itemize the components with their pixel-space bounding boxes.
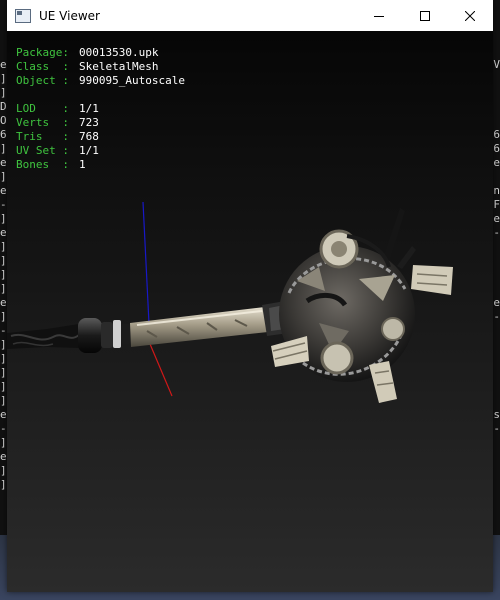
- close-icon: [465, 10, 475, 21]
- minimize-button[interactable]: [356, 0, 402, 31]
- ue-viewer-window: UE Viewer Package: 00013530.upk Class: …: [7, 0, 493, 592]
- info-uvset: UV Set :1/1: [16, 144, 99, 157]
- info-package: Package: 00013530.upk: [16, 46, 159, 59]
- 3d-viewport[interactable]: Package: 00013530.upk Class : SkeletalMesh…: [7, 31, 493, 592]
- maximize-icon: [420, 10, 430, 21]
- mesh-info-overlay: Package: 00013530.upk Class : SkeletalMesh…: [16, 46, 185, 172]
- info-bones: Bones :1: [16, 158, 86, 171]
- info-object: Object :990095_Autoscale: [16, 74, 185, 87]
- title-bar[interactable]: UE Viewer: [7, 0, 493, 31]
- info-tris: Tris :768: [16, 130, 99, 143]
- app-icon: [15, 8, 31, 23]
- close-button[interactable]: [447, 0, 493, 31]
- background-console-left-text: e ] ] D O 6 ] e ] e - ] e ] ] ] ] e ] - …: [0, 58, 7, 491]
- window-title: UE Viewer: [39, 8, 100, 23]
- mace-head: [271, 208, 453, 403]
- info-class: Class : SkeletalMesh: [16, 60, 159, 73]
- background-console-right-text: V 6 6 e n F e - e - s -: [493, 58, 500, 435]
- info-lod: LOD :1/1: [16, 102, 99, 115]
- maximize-button[interactable]: [402, 0, 448, 31]
- axis-x-line: [149, 343, 173, 397]
- mace-handle: [7, 299, 303, 353]
- info-verts: Verts :723: [16, 116, 99, 129]
- minimize-icon: [374, 15, 384, 17]
